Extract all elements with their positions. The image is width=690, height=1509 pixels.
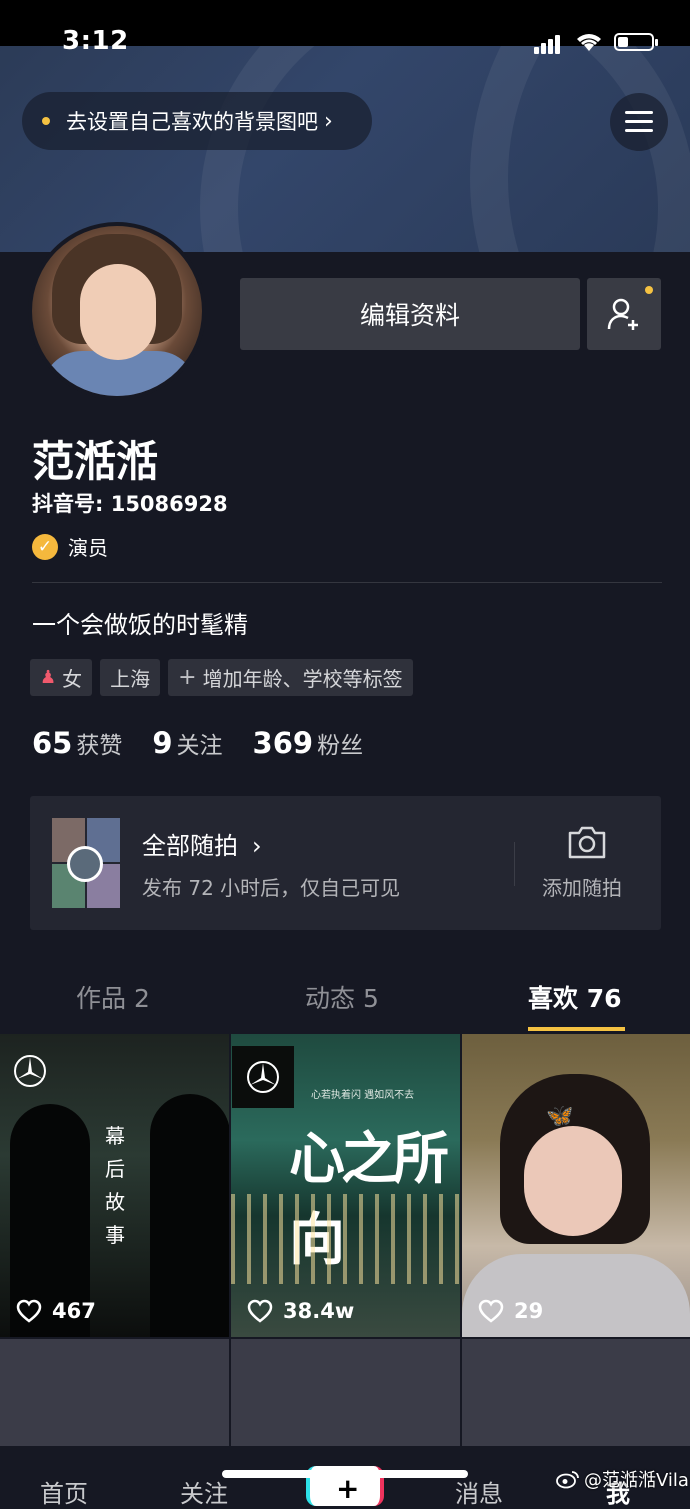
add-random-shot-button[interactable]: 添加随拍: [542, 872, 622, 901]
video-overlay-text: 幕后故事: [105, 1124, 125, 1247]
bg-hint-text: 去设置自己喜欢的背景图吧: [66, 110, 318, 134]
video-thumbnail-placeholder[interactable]: [231, 1339, 460, 1449]
profile-tabs: 作品 2 动态 5 喜欢 76: [0, 965, 690, 1033]
random-shots-subtitle: 发布 72 小时后，仅自己可见: [142, 876, 401, 900]
plus-icon: +: [178, 665, 197, 690]
stat-value: 369: [252, 726, 314, 760]
avatar[interactable]: [28, 222, 206, 400]
menu-button[interactable]: [610, 93, 668, 151]
active-tab-indicator: [528, 1027, 625, 1031]
stat-label: 获赞: [76, 733, 123, 759]
signal-icon: [534, 34, 562, 54]
mercedes-logo-icon: [232, 1046, 294, 1108]
status-time: 3:12: [62, 26, 129, 56]
tab-moments[interactable]: 动态 5: [305, 979, 379, 1015]
stat-following[interactable]: 9 关注: [152, 726, 222, 760]
poster-tagline: 心若执着闪 遇如风不去: [311, 1090, 415, 1101]
like-count: 29: [478, 1299, 543, 1323]
heart-icon: [247, 1299, 273, 1323]
add-tag-button[interactable]: + 增加年龄、学校等标签: [168, 659, 413, 696]
like-count: 467: [16, 1299, 96, 1323]
menu-icon: [625, 111, 653, 114]
video-thumbnail[interactable]: 幕后故事 467: [0, 1034, 229, 1337]
heart-icon: [16, 1299, 42, 1323]
video-thumbnail[interactable]: 心若执着闪 遇如风不去 心之所向 38.4w: [231, 1034, 460, 1337]
gender-tag-label: 女: [62, 667, 83, 691]
notification-dot: [645, 286, 653, 294]
hint-dot: [42, 117, 50, 125]
divider: [514, 842, 515, 886]
nav-home[interactable]: 首页: [40, 1474, 88, 1509]
stat-value: 9: [152, 726, 173, 760]
set-background-hint[interactable]: 去设置自己喜欢的背景图吧 ›: [22, 92, 372, 150]
home-indicator: [222, 1470, 468, 1478]
tab-likes[interactable]: 喜欢 76: [528, 979, 622, 1015]
butterfly-icon: 🦋: [546, 1104, 574, 1129]
chevron-right-icon: ›: [324, 108, 333, 134]
edit-profile-button[interactable]: 编辑资料: [240, 278, 580, 350]
refresh-icon: [67, 846, 103, 882]
verified-label: 演员: [68, 536, 108, 560]
stat-label: 关注: [176, 733, 223, 759]
add-friend-icon: [607, 298, 638, 330]
profile-name: 范湉湉: [32, 437, 159, 486]
watermark: @范湉湉Vila: [556, 1466, 689, 1492]
weibo-icon: [556, 1471, 579, 1489]
tab-works[interactable]: 作品 2: [76, 979, 150, 1015]
battery-icon: [614, 33, 658, 51]
chevron-right-icon: ›: [252, 832, 262, 860]
nav-follow[interactable]: 关注: [180, 1474, 228, 1509]
female-icon: ♟: [40, 667, 57, 688]
profile-stats: 65 获赞 9 关注 369 粉丝: [32, 726, 363, 760]
verified-badge: ✓ 演员: [32, 532, 108, 561]
douyin-id[interactable]: 抖音号: 15086928: [32, 488, 228, 518]
stat-label: 粉丝: [317, 733, 364, 759]
divider: [32, 582, 662, 583]
video-thumbnail-placeholder[interactable]: [462, 1339, 690, 1449]
random-shots-title: 全部随拍 ›: [142, 832, 262, 860]
camera-icon[interactable]: [566, 824, 608, 860]
gender-tag[interactable]: ♟ 女: [30, 659, 93, 696]
like-count: 38.4w: [247, 1299, 354, 1323]
stat-value: 65: [32, 726, 73, 760]
city-tag[interactable]: 上海: [100, 659, 161, 696]
stat-followers[interactable]: 369 粉丝: [253, 726, 364, 760]
profile-tags: ♟ 女 上海 + 增加年龄、学校等标签: [30, 659, 413, 696]
random-shots-card[interactable]: 全部随拍 › 发布 72 小时后，仅自己可见 添加随拍: [30, 796, 661, 930]
random-shots-thumbnail: [52, 818, 120, 908]
video-thumbnail-placeholder[interactable]: [0, 1339, 229, 1449]
verified-check-icon: ✓: [32, 533, 58, 560]
video-thumbnail[interactable]: 🦋 29: [462, 1034, 690, 1337]
mercedes-logo-icon: [0, 1041, 60, 1101]
stat-likes[interactable]: 65 获赞: [32, 726, 122, 760]
wifi-icon: [577, 34, 601, 51]
add-tag-label: 增加年龄、学校等标签: [202, 667, 403, 691]
add-friend-button[interactable]: [587, 278, 661, 350]
nav-messages[interactable]: 消息: [455, 1474, 503, 1509]
heart-icon: [478, 1299, 504, 1323]
profile-bio: 一个会做饭的时髦精: [32, 611, 248, 639]
